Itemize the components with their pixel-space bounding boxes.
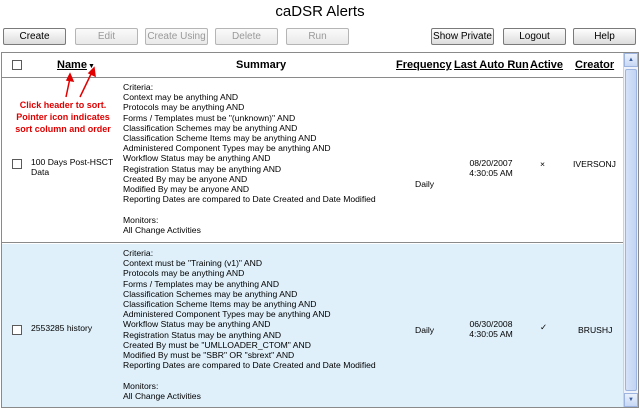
summary-line: Modified By must be "SBR" OR "sbrext" AN… — [123, 350, 295, 361]
row-checkbox[interactable] — [12, 325, 22, 335]
page-title: caDSR Alerts — [275, 3, 365, 20]
summary-line — [123, 204, 376, 214]
summary-line: Classification Schemes may be anything A… — [123, 122, 298, 133]
summary-line: All Change Activities — [123, 224, 201, 235]
summary-line: Context must be "Training (v1)" AND — [123, 258, 263, 269]
summary-line: Monitors: — [123, 380, 159, 391]
alert-summary: Criteria: Context must be "Training (v1)… — [123, 248, 376, 401]
last-auto-run: 08/20/2007 4:30:05 AM — [462, 158, 520, 178]
summary-line: Created By may be anyone AND — [123, 173, 248, 184]
summary-line: Classification Schemes may be anything A… — [123, 288, 298, 299]
select-all-checkbox[interactable] — [12, 60, 22, 70]
run-button[interactable]: Run — [286, 28, 349, 45]
column-header-name-label: Name — [57, 59, 87, 71]
creator-value: BRUSHJ — [578, 325, 613, 335]
show-private-button[interactable]: Show Private — [431, 28, 494, 45]
edit-button[interactable]: Edit — [75, 28, 138, 45]
annotation-line: sort column and order — [15, 124, 111, 134]
summary-line: Registration Status may be anything AND — [123, 163, 282, 174]
summary-line: Reporting Dates are compared to Date Cre… — [123, 194, 376, 205]
scrollbar-thumb[interactable] — [625, 69, 637, 391]
summary-line: Protocols may be anything AND — [123, 268, 245, 279]
summary-line: Administered Component Types may be anyt… — [123, 309, 331, 320]
summary-line: Workflow Status may be anything AND — [123, 319, 271, 330]
last-auto-run: 06/30/2008 4:30:05 AM — [462, 319, 520, 339]
sort-pointer-icon: ▼ — [87, 63, 95, 70]
alert-name-line: 2553285 history — [31, 323, 93, 333]
column-header-active[interactable]: Active — [530, 59, 563, 71]
alert-summary: Criteria: Context may be anything AND Pr… — [123, 82, 376, 235]
summary-line: Criteria: — [123, 82, 154, 92]
last-run-time: 4:30:05 AM — [469, 329, 513, 340]
scroll-down-icon[interactable]: ▼ — [624, 393, 638, 407]
active-status-icon: ✓ — [540, 322, 548, 332]
scroll-up-icon[interactable]: ▲ — [624, 53, 638, 67]
summary-line: All Change Activities — [123, 390, 201, 401]
active-status-icon: × — [540, 159, 546, 169]
summary-line: Protocols may be anything AND — [123, 102, 245, 113]
alert-name-line: 100 Days Post-HSCT — [31, 157, 114, 167]
create-button[interactable]: Create — [3, 28, 66, 45]
summary-line: Registration Status may be anything AND — [123, 329, 282, 340]
vertical-scrollbar[interactable]: ▲ ▼ — [623, 53, 638, 407]
summary-line — [123, 370, 376, 380]
column-header-name[interactable]: Name▼ — [57, 59, 95, 71]
column-header-last-auto-run[interactable]: Last Auto Run — [454, 59, 529, 71]
frequency-value: Daily — [415, 179, 435, 189]
summary-line: Reporting Dates are compared to Date Cre… — [123, 360, 376, 371]
column-header-frequency[interactable]: Frequency — [396, 59, 452, 71]
summary-line: Monitors: — [123, 214, 159, 225]
last-run-time: 4:30:05 AM — [469, 168, 513, 179]
summary-line: Forms / Templates may be anything AND — [123, 278, 280, 289]
create-using-button[interactable]: Create Using — [145, 28, 208, 45]
summary-line: Classification Scheme Items may be anyth… — [123, 299, 317, 310]
last-run-date: 08/20/2007 — [469, 158, 513, 168]
creator-value: IVERSONJ — [573, 159, 616, 169]
sort-help-annotation: Click header to sort. Pointer icon indic… — [7, 99, 119, 135]
column-header-creator[interactable]: Creator — [575, 59, 614, 71]
alert-name[interactable]: 2553285 history — [31, 323, 92, 333]
row-checkbox[interactable] — [12, 159, 22, 169]
frequency-value: Daily — [415, 325, 435, 335]
table-header: Name▼ Summary Frequency Last Auto Run Ac… — [2, 53, 624, 78]
summary-line: Context may be anything AND — [123, 92, 239, 103]
alert-name-line: Data — [31, 167, 50, 178]
summary-line: Created By must be "UMLLOADER_CTOM" AND — [123, 339, 311, 350]
annotation-line: Pointer icon indicates — [16, 112, 110, 122]
summary-line: Forms / Templates must be "(unknown)" AN… — [123, 112, 296, 123]
summary-line: Modified By may be anyone AND — [123, 184, 250, 195]
column-header-summary: Summary — [236, 59, 287, 71]
summary-line: Classification Scheme Items may be anyth… — [123, 133, 317, 144]
table-row[interactable]: 2553285 history Criteria: Context must b… — [2, 244, 624, 407]
delete-button[interactable]: Delete — [215, 28, 278, 45]
help-button[interactable]: Help — [573, 28, 636, 45]
summary-line: Administered Component Types may be anyt… — [123, 143, 331, 154]
annotation-line: Click header to sort. — [19, 100, 107, 110]
alert-name[interactable]: 100 Days Post-HSCT Data — [31, 157, 113, 177]
logout-button[interactable]: Logout — [503, 28, 566, 45]
last-run-date: 06/30/2008 — [469, 319, 513, 329]
summary-line: Workflow Status may be anything AND — [123, 153, 271, 164]
summary-line: Criteria: — [123, 248, 154, 258]
